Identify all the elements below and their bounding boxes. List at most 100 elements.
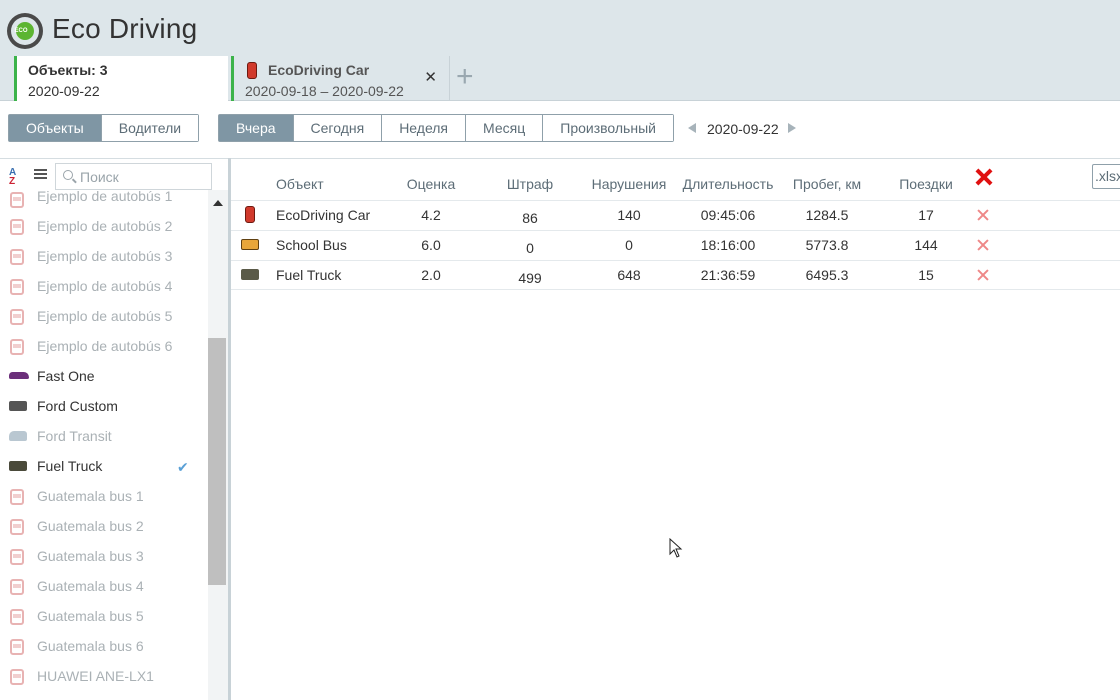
list-item-label: Guatemala bus 3 xyxy=(37,548,144,564)
scroll-thumb[interactable] xyxy=(208,338,226,585)
sports-car-icon xyxy=(9,372,29,379)
cell-violations: 140 xyxy=(617,207,641,223)
add-tab-button[interactable]: + xyxy=(456,62,474,92)
bus-icon xyxy=(10,192,24,208)
list-item[interactable]: Ejemplo de autobús 2 xyxy=(0,214,208,244)
list-item[interactable]: Ejemplo de autobús 6 xyxy=(0,334,208,364)
tab-ecodriving-car-period: 2020-09-18 – 2020-09-22 xyxy=(245,83,404,99)
list-item-label: Fast One xyxy=(37,368,95,384)
list-item[interactable]: Guatemala bus 6 xyxy=(0,634,208,664)
period-custom-button[interactable]: Произвольный xyxy=(542,115,673,141)
mode-objects-button[interactable]: Объекты xyxy=(9,115,101,141)
list-item[interactable]: Ejemplo de autobús 3 xyxy=(0,244,208,274)
list-item-label: Ejemplo de autobús 1 xyxy=(37,190,173,204)
bus-icon xyxy=(10,309,24,325)
mode-switch: Объекты Водители xyxy=(8,114,200,142)
list-item[interactable]: Ford Transit xyxy=(0,424,208,454)
list-item[interactable]: Ejemplo de autobús 5 xyxy=(0,304,208,334)
list-item-label: Guatemala bus 2 xyxy=(37,518,144,534)
scroll-up-icon[interactable] xyxy=(213,200,223,206)
remove-all-icon[interactable] xyxy=(975,168,993,186)
tab-ecodriving-car-title: EcoDriving Car xyxy=(268,62,370,78)
sort-az-icon[interactable]: AZ xyxy=(9,168,16,187)
tab-ecodriving-car[interactable]: EcoDriving Car 2020-09-18 – 2020-09-22 ✕ xyxy=(231,56,450,101)
search-icon xyxy=(63,170,73,180)
list-item-label: Ejemplo de autobús 6 xyxy=(37,338,173,354)
bus-icon xyxy=(10,279,24,295)
cell-duration: 18:16:00 xyxy=(700,237,756,253)
cell-duration: 09:45:06 xyxy=(700,207,756,223)
list-item[interactable]: Guatemala bus 1 xyxy=(0,484,208,514)
cell-mileage: 6495.3 xyxy=(805,267,849,283)
period-yesterday-button[interactable]: Вчера xyxy=(219,115,293,141)
list-item-label: Fuel Truck xyxy=(37,458,103,474)
list-item-label: Ford Transit xyxy=(37,428,112,444)
van-icon xyxy=(9,431,27,441)
cell-trips: 15 xyxy=(918,267,934,283)
list-item[interactable]: Guatemala bus 4 xyxy=(0,574,208,604)
list-item-label: Guatemala bus 6 xyxy=(37,638,144,654)
list-item-label: Ejemplo de autobús 2 xyxy=(37,218,173,234)
list-item[interactable]: Ford Custom xyxy=(0,394,208,424)
tab-objects-title: Объекты: 3 xyxy=(28,62,108,78)
logo-text: ECO xyxy=(14,28,28,34)
cell-trips: 17 xyxy=(918,207,934,223)
list-view-icon[interactable] xyxy=(34,169,47,183)
current-date: 2020-09-22 xyxy=(707,121,779,137)
list-item[interactable]: Guatemala bus 2 xyxy=(0,514,208,544)
list-item-label: Ford Custom xyxy=(37,398,118,414)
list-item[interactable]: HUAWEI ANE-LX1 xyxy=(0,664,208,694)
list-item-label: Guatemala bus 5 xyxy=(37,608,144,624)
cell-penalty: 86 xyxy=(522,210,538,226)
cell-penalty: 0 xyxy=(526,240,534,256)
column-header[interactable]: Длительность xyxy=(683,176,774,192)
prev-date-icon[interactable] xyxy=(688,123,696,133)
list-item-label: Guatemala bus 1 xyxy=(37,488,144,504)
column-header[interactable]: Нарушения xyxy=(592,176,667,192)
list-item[interactable]: Fast One xyxy=(0,364,208,394)
column-header[interactable]: Поездки xyxy=(899,176,953,192)
bus-icon xyxy=(10,549,24,565)
export-xlsx-button[interactable]: .xlsx xyxy=(1092,164,1120,189)
list-item[interactable]: Fuel Truck ✔ xyxy=(0,454,208,484)
remove-row-icon[interactable] xyxy=(977,209,989,221)
period-month-button[interactable]: Месяц xyxy=(465,115,543,141)
table-row[interactable]: Fuel Truck 2.0 499 648 21:36:59 6495.3 1… xyxy=(231,260,1120,290)
car-icon xyxy=(247,62,257,79)
bus-icon xyxy=(10,669,24,685)
table-row[interactable]: EcoDriving Car 4.2 86 140 09:45:06 1284.… xyxy=(231,200,1120,230)
column-header[interactable]: Пробег, км xyxy=(793,176,861,192)
column-header[interactable]: Штраф xyxy=(507,176,553,192)
column-header[interactable]: Объект xyxy=(276,176,324,192)
list-scrollbar[interactable] xyxy=(208,190,228,700)
list-item[interactable]: Ejemplo de autobús 4 xyxy=(0,274,208,304)
search-input[interactable] xyxy=(80,164,210,189)
list-item[interactable]: Ejemplo de autobús 1 xyxy=(0,190,208,214)
next-date-icon[interactable] xyxy=(788,123,796,133)
list-item-label: Ejemplo de autobús 4 xyxy=(37,278,173,294)
bus-icon xyxy=(10,489,24,505)
list-item[interactable]: Guatemala bus 3 xyxy=(0,544,208,574)
remove-row-icon[interactable] xyxy=(977,239,989,251)
tab-objects-date: 2020-09-22 xyxy=(28,83,100,99)
close-tab-icon[interactable]: ✕ xyxy=(424,68,437,86)
period-today-button[interactable]: Сегодня xyxy=(292,115,382,141)
cell-violations: 0 xyxy=(625,237,633,253)
bus-icon xyxy=(10,639,24,655)
period-week-button[interactable]: Неделя xyxy=(381,115,466,141)
list-item[interactable]: Guatemala bus 5 xyxy=(0,604,208,634)
car-icon xyxy=(245,206,255,223)
list-item-label: Guatemala bus 4 xyxy=(37,578,144,594)
table-row[interactable]: School Bus 6.0 0 0 18:16:00 5773.8 144 xyxy=(231,230,1120,260)
truck-icon xyxy=(241,269,259,280)
column-header[interactable]: Оценка xyxy=(407,176,456,192)
cell-violations: 648 xyxy=(617,267,641,283)
list-item-label: Ejemplo de autobús 5 xyxy=(37,308,173,324)
tab-objects[interactable]: Объекты: 3 2020-09-22 xyxy=(14,56,228,101)
remove-row-icon[interactable] xyxy=(977,269,989,281)
object-list: Ejemplo de autobús 1 Ejemplo de autobús … xyxy=(0,190,208,700)
mode-drivers-button[interactable]: Водители xyxy=(100,115,199,141)
bus-icon xyxy=(10,519,24,535)
truck-icon xyxy=(9,461,27,471)
cell-mileage: 1284.5 xyxy=(805,207,849,223)
